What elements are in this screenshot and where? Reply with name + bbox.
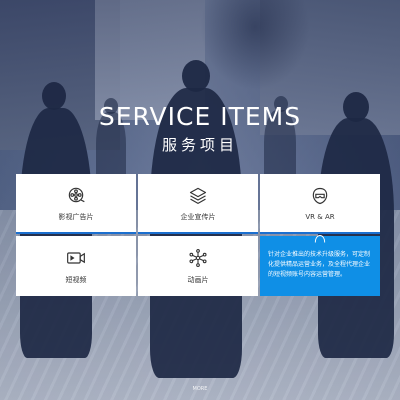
service-label: 动画片 xyxy=(187,275,209,284)
service-card-corporate-video[interactable]: 企业宣传片 xyxy=(138,174,258,234)
service-card-animation[interactable]: 动画片 xyxy=(138,236,258,296)
layers-icon xyxy=(189,187,207,204)
more-link[interactable]: MORE xyxy=(0,386,400,392)
service-label: VR & AR xyxy=(305,212,335,221)
service-card-highlight[interactable]: 针对企业推出的技术升级服务，可定制化提供精品运营业务，及全程代理企业的短视频账号… xyxy=(260,235,380,296)
section-title: SERVICE ITEMS xyxy=(98,102,302,131)
section-subtitle: 服务项目 xyxy=(161,136,238,154)
service-card-short-video[interactable]: 短视频 xyxy=(16,236,136,296)
service-label: 企业宣传片 xyxy=(180,212,216,221)
vr-headset-icon xyxy=(314,235,326,243)
vr-headset-icon xyxy=(312,187,328,204)
service-label: 影视广告片 xyxy=(58,212,94,221)
network-nodes-icon xyxy=(189,248,207,267)
tree-silhouette xyxy=(200,0,310,90)
film-reel-icon xyxy=(68,187,85,202)
service-card-film-ad[interactable]: 影视广告片 xyxy=(16,174,136,234)
service-description: 针对企业推出的技术升级服务，可定制化提供精品运营业务，及全程代理企业的短视频账号… xyxy=(268,251,371,278)
service-card-vr-ar[interactable]: VR & AR xyxy=(260,174,380,234)
service-grid: 影视广告片 企业宣传片 VR & AR 短视频 动画片 针对企业推出的技术升级服… xyxy=(16,174,380,298)
service-label: 短视频 xyxy=(65,275,87,284)
video-camera-icon xyxy=(67,251,85,264)
